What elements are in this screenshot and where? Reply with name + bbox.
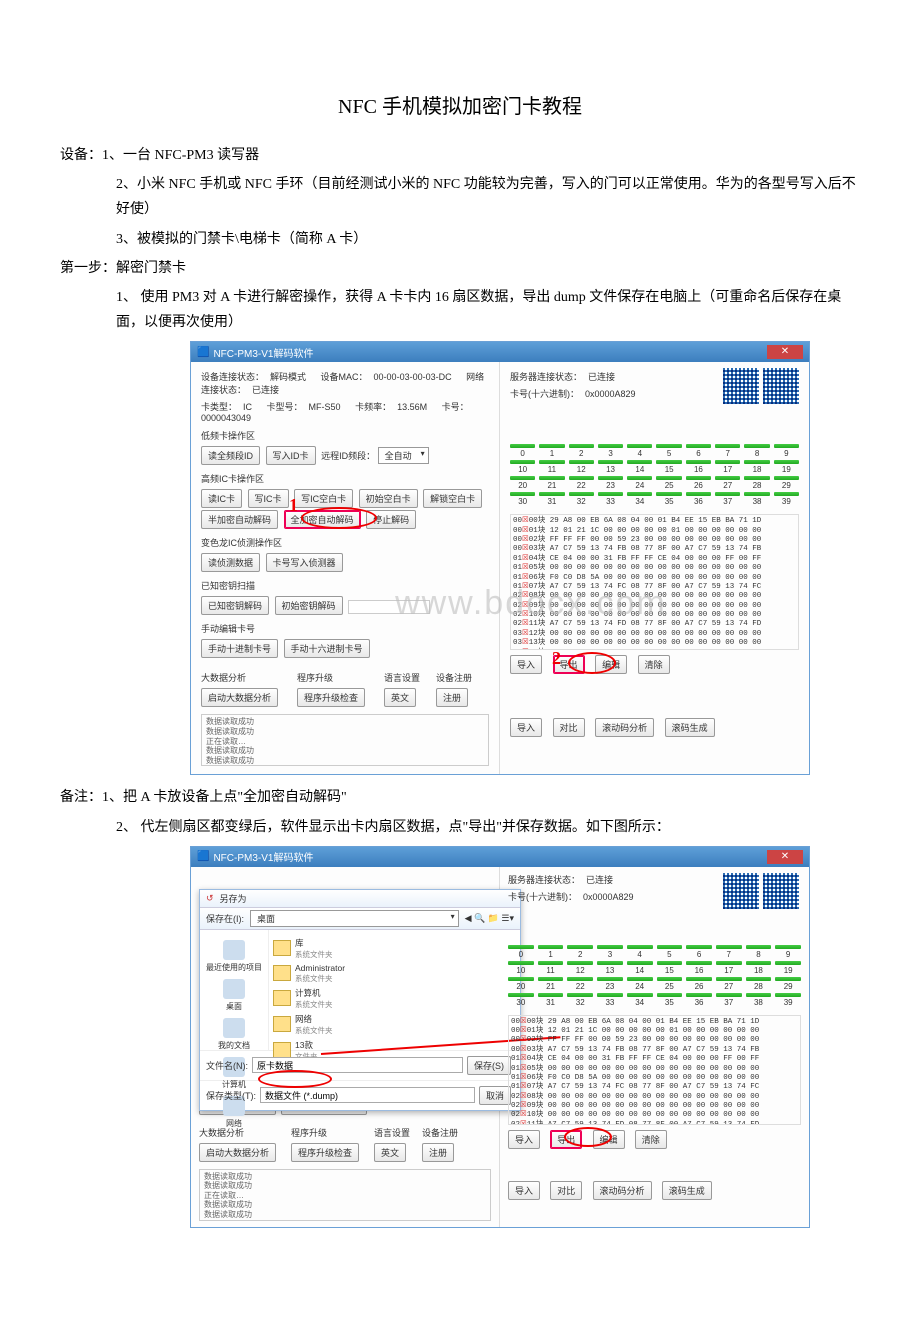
- clear-button-s2[interactable]: 清除: [635, 1130, 667, 1149]
- write-detector-button[interactable]: 卡号写入侦测器: [266, 553, 343, 572]
- app-icon: 🟦: [197, 851, 209, 862]
- close-button[interactable]: ✕: [767, 345, 803, 359]
- screenshot-1: 🟦 NFC-PM3-V1解码软件 ✕ 设备连接状态：解码模式 设备MAC：00-0…: [190, 341, 810, 775]
- manual-hex-button[interactable]: 手动十六进制卡号: [284, 639, 370, 658]
- half-enc-auto-button[interactable]: 半加密自动解码: [201, 510, 278, 529]
- write-ic-button[interactable]: 写IC卡: [248, 489, 289, 508]
- remote-id-label: 远程ID频段：: [321, 451, 375, 461]
- log-box-2: 数据读取成功数据读取成功正在读取…数据读取成功数据读取成功解码成功，请更换新卡来…: [199, 1169, 491, 1221]
- edit-button[interactable]: 编辑: [595, 655, 627, 674]
- read-ic-button[interactable]: 读IC卡: [201, 489, 242, 508]
- filetype-label: 保存类型(T):: [206, 1089, 256, 1102]
- window-titlebar: 🟦 NFC-PM3-V1解码软件 ✕: [191, 342, 809, 362]
- upgrade-check-button-2[interactable]: 程序升级检查: [291, 1143, 359, 1162]
- sector-grid: 0123456789101112131415161718192021222324…: [510, 444, 799, 506]
- import-button[interactable]: 导入: [510, 655, 542, 674]
- lang-group-title: 语言设置: [384, 671, 420, 684]
- device-line-2: 2、小米 NFC 手机或 NFC 手环（目前经测试小米的 NFC 功能较为完善，…: [60, 172, 860, 222]
- roll-analyze-button[interactable]: 滚动码分析: [595, 718, 654, 737]
- filename-input[interactable]: [252, 1057, 463, 1073]
- roll-analyze-button-s2[interactable]: 滚动码分析: [593, 1181, 652, 1200]
- lang-en-button-2[interactable]: 英文: [374, 1143, 406, 1162]
- roll-gen-button[interactable]: 滚码生成: [665, 718, 715, 737]
- file-list[interactable]: 库系统文件夹Administrator系统文件夹计算机系统文件夹网络系统文件夹1…: [269, 930, 520, 1050]
- window-title: NFC-PM3-V1解码软件: [213, 345, 313, 360]
- unlock-blank-button[interactable]: 解锁空白卡: [423, 489, 482, 508]
- doc-title: NFC 手机模拟加密门卡教程: [60, 90, 860, 119]
- init-key-decode-button[interactable]: 初始密钥解码: [275, 596, 343, 615]
- edit-button-s2[interactable]: 编辑: [593, 1130, 625, 1149]
- status-row-1: 设备连接状态：解码模式 设备MAC：00-00-03-00-03-DC 网络连接…: [201, 370, 489, 396]
- full-enc-auto-button[interactable]: 全加密自动解码: [284, 510, 361, 529]
- write-id-button[interactable]: 写入ID卡: [266, 446, 316, 465]
- register-button[interactable]: 注册: [436, 688, 468, 707]
- device-line-3: 3、被模拟的门禁卡\电梯卡（简称 A 卡）: [60, 227, 860, 252]
- start-bigdata-button-2[interactable]: 启动大数据分析: [199, 1143, 276, 1162]
- read-detect-button[interactable]: 读侦测数据: [201, 553, 260, 572]
- write-ic-blank-button[interactable]: 写IC空白卡: [294, 489, 353, 508]
- highfreq-group-title: 高频IC卡操作区: [201, 472, 489, 485]
- lang-en-button[interactable]: 英文: [384, 688, 416, 707]
- hex-data-view[interactable]: 00☒00块 29 A8 00 EB 6A 08 04 00 01 B4 EE …: [510, 514, 799, 650]
- compare-button-s2[interactable]: 对比: [550, 1181, 582, 1200]
- save-in-select[interactable]: 桌面: [250, 910, 459, 927]
- devreg-group-title: 设备注册: [436, 671, 472, 684]
- qr-codes: [723, 368, 799, 404]
- key-input[interactable]: [348, 600, 430, 614]
- import-button-s2b[interactable]: 导入: [508, 1181, 540, 1200]
- init-blank-button[interactable]: 初始空白卡: [359, 489, 418, 508]
- device-line-1: 设备：1、一台 NFC-PM3 读写器: [60, 143, 860, 168]
- screenshot-2: 🟦NFC-PM3-V1解码软件 ✕ ↺ 另存为 保存在(I): 桌面 ◀ 🔍 📁…: [190, 846, 810, 1228]
- log-box: 数据读取成功数据读取成功正在读取…数据读取成功数据读取成功解码成功，请更换新卡来…: [201, 714, 489, 766]
- known-key-decode-button[interactable]: 已知密钥解码: [201, 596, 269, 615]
- window-titlebar-2: 🟦NFC-PM3-V1解码软件 ✕: [191, 847, 809, 867]
- upgrade-group-title: 程序升级: [297, 671, 368, 684]
- start-bigdata-button[interactable]: 启动大数据分析: [201, 688, 278, 707]
- remark-1: 备注：1、把 A 卡放设备上点"全加密自动解码": [60, 785, 860, 810]
- register-button-2[interactable]: 注册: [422, 1143, 454, 1162]
- save-dialog: ↺ 另存为 保存在(I): 桌面 ◀ 🔍 📁 ☰▾ 最近使用的项目 桌面我的文档…: [199, 889, 521, 1111]
- import-button-2[interactable]: 导入: [510, 718, 542, 737]
- save-in-label: 保存在(I):: [206, 912, 244, 925]
- remark-2: 2、 代左侧扇区都变绿后，软件显示出卡内扇区数据，点"导出"并保存数据。如下图所…: [60, 815, 860, 840]
- filename-label: 文件名(N):: [206, 1059, 248, 1072]
- places-recent[interactable]: 最近使用的项目: [204, 940, 264, 973]
- compare-button[interactable]: 对比: [553, 718, 585, 737]
- hex-data-view-2[interactable]: 00☒00块 29 A8 00 EB 6A 08 04 00 01 B4 EE …: [508, 1015, 801, 1125]
- back-icon[interactable]: ↺: [206, 893, 214, 904]
- stop-decode-button[interactable]: 停止解码: [366, 510, 416, 529]
- save-dialog-title: 另存为: [220, 892, 247, 905]
- step1-sub1: 1、 使用 PM3 对 A 卡进行解密操作，获得 A 卡卡内 16 扇区数据，导…: [60, 285, 860, 335]
- close-button-2[interactable]: ✕: [767, 850, 803, 864]
- step1-title: 第一步：解密门禁卡: [60, 256, 860, 281]
- known-key-group-title: 已知密钥扫描: [201, 579, 489, 592]
- chameleon-group-title: 变色龙IC侦测操作区: [201, 536, 489, 549]
- export-button[interactable]: 导出: [553, 655, 585, 674]
- read-allseg-id-button[interactable]: 读全频段ID: [201, 446, 260, 465]
- manual-group-title: 手动编辑卡号: [201, 622, 489, 635]
- roll-gen-button-s2[interactable]: 滚码生成: [662, 1181, 712, 1200]
- upgrade-check-button[interactable]: 程序升级检查: [297, 688, 365, 707]
- export-button-s2[interactable]: 导出: [550, 1130, 582, 1149]
- import-button-s2[interactable]: 导入: [508, 1130, 540, 1149]
- bigdata-group-title: 大数据分析: [201, 671, 281, 684]
- manual-dec-button[interactable]: 手动十进制卡号: [201, 639, 278, 658]
- sector-grid-2: 0123456789101112131415161718192021222324…: [508, 945, 801, 1007]
- lowfreq-group-title: 低频卡操作区: [201, 429, 489, 442]
- status-row-2: 卡类型：IC 卡型号：MF-S50 卡频率：13.56M 卡号：00000430…: [201, 400, 489, 423]
- filetype-input[interactable]: [260, 1087, 475, 1103]
- remote-id-select[interactable]: 全自动: [378, 447, 429, 464]
- app-icon: 🟦: [197, 347, 209, 358]
- qr-codes-2: [723, 873, 799, 909]
- clear-button[interactable]: 清除: [638, 655, 670, 674]
